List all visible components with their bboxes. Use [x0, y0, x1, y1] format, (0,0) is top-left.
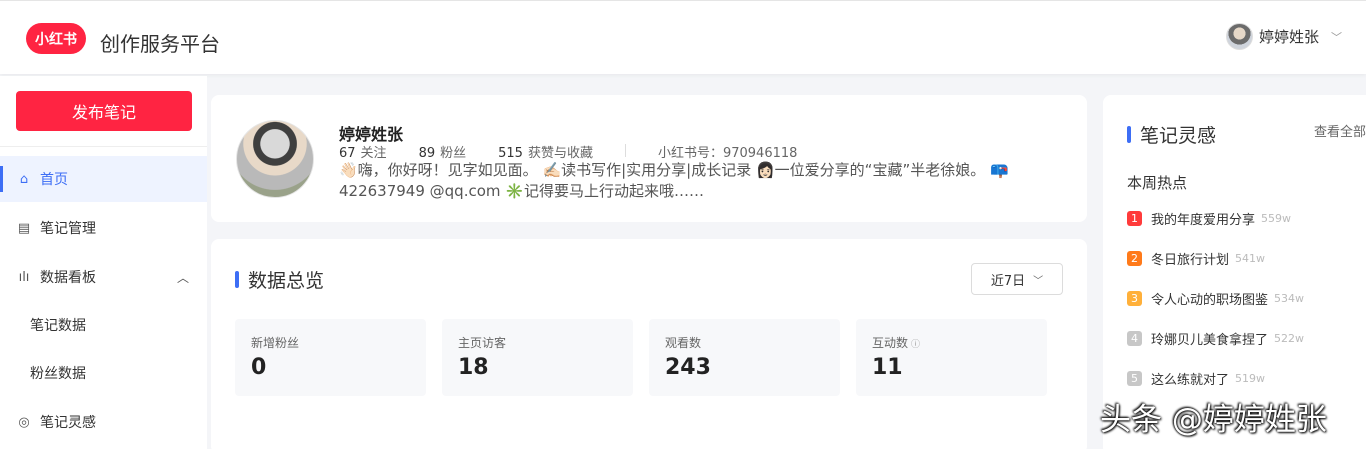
bar-chart-icon: ılı [18, 269, 30, 285]
hot-topic-title: 冬日旅行计划 [1151, 253, 1230, 268]
sidebar-item-data-board[interactable]: ılı 数据看板 ︿ [0, 254, 207, 300]
data-overview-title-text: 数据总览 [248, 270, 325, 292]
fans-label: 粉丝 [440, 146, 467, 161]
hot-topic-count: 522w [1274, 332, 1305, 345]
likes-label: 获赞与收藏 [527, 146, 593, 161]
following-label: 关注 [360, 146, 387, 161]
stat-label: 观看数 [665, 336, 702, 350]
sidebar-item-label: 首页 [40, 172, 68, 188]
sidebar-item-note-data[interactable]: 笔记数据 [0, 302, 207, 348]
stat-value: 0 [251, 355, 267, 380]
rank-badge: 5 [1127, 371, 1142, 386]
see-all-link[interactable]: 查看全部 [1314, 121, 1366, 140]
fans-count: 89 [418, 146, 436, 161]
rank-badge: 1 [1127, 211, 1142, 226]
sidebar-item-label: 粉丝数据 [30, 366, 86, 382]
inspiration-icon: ◎ [18, 414, 30, 430]
date-range-value: 近7日 [990, 273, 1026, 289]
profile-bio: 👋🏻嗨，你好呀！见字如见面。 ✍🏻读书写作|实用分享|成长记录 👩🏻一位爱分享的… [339, 161, 1009, 200]
sidebar: 发布笔记 ⌂ 首页 ▤ 笔记管理 ılı 数据看板 ︿ 笔记数据 粉丝数据 ◎ … [0, 76, 207, 449]
profile-avatar[interactable] [236, 120, 314, 198]
hot-topic-title: 玲娜贝儿美食拿捏了 [1151, 333, 1269, 348]
sidebar-item-fans-data[interactable]: 粉丝数据 [0, 350, 207, 396]
watermark-text: 头条 @婷婷姓张 [1100, 402, 1327, 438]
stat-label: 互动数 [872, 336, 909, 350]
hot-topic-item[interactable]: 2 冬日旅行计划 541w [1127, 249, 1366, 268]
profile-stats: 67 关注 89 粉丝 515 获赞与收藏 小红书号：970946118 [339, 142, 797, 161]
sidebar-divider [0, 146, 207, 147]
sidebar-item-label: 笔记管理 [40, 221, 96, 237]
weekly-hot-heading: 本周热点 [1127, 174, 1188, 192]
stat-interactions: 互动数 ⓘ 11 [856, 319, 1047, 396]
hot-topic-count: 519w [1235, 372, 1266, 385]
title-accent-bar [1127, 126, 1131, 143]
info-icon[interactable]: ⓘ [911, 340, 920, 350]
chevron-down-icon[interactable]: ﹀ [1331, 29, 1342, 45]
user-name[interactable]: 婷婷姓张 [1259, 26, 1319, 47]
note-icon: ▤ [17, 220, 31, 236]
hot-topic-count: 559w [1261, 212, 1292, 225]
stat-views: 观看数 243 [649, 319, 840, 396]
hot-topic-title: 这么练就对了 [1151, 373, 1230, 388]
inspiration-title-text: 笔记灵感 [1140, 125, 1217, 147]
data-overview-card: 数据总览 近7日 ﹀ 新增粉丝 0 主页访客 18 观看数 243 互动数 ⓘ 1… [211, 239, 1087, 449]
following-count: 67 [339, 146, 356, 161]
stat-value: 18 [458, 355, 489, 380]
stat-value: 11 [872, 355, 903, 380]
stat-value: 243 [665, 355, 711, 380]
title-accent-bar [235, 271, 239, 288]
sidebar-item-label: 笔记灵感 [40, 415, 96, 431]
user-menu[interactable]: 婷婷姓张 ﹀ [1225, 23, 1342, 50]
stat-new-fans: 新增粉丝 0 [235, 319, 426, 396]
stat-home-visitors: 主页访客 18 [442, 319, 633, 396]
inspiration-title: 笔记灵感 [1127, 121, 1216, 148]
rank-badge: 2 [1127, 251, 1142, 266]
top-header: 小红书 创作服务平台 婷婷姓张 ﹀ [0, 0, 1366, 74]
hot-topic-item[interactable]: 4 玲娜贝儿美食拿捏了 522w [1127, 329, 1366, 348]
hot-topic-title: 令人心动的职场图鉴 [1151, 293, 1269, 308]
sidebar-item-note-inspiration[interactable]: ◎ 笔记灵感 [0, 399, 207, 445]
hot-topic-item[interactable]: 5 这么练就对了 519w [1127, 369, 1366, 388]
date-range-select[interactable]: 近7日 ﹀ [971, 263, 1063, 295]
data-overview-title: 数据总览 [235, 266, 324, 293]
home-icon: ⌂ [19, 171, 29, 187]
hot-topic-count: 541w [1235, 252, 1266, 265]
chevron-up-icon[interactable]: ︿ [177, 269, 189, 286]
hot-topic-count: 534w [1274, 292, 1305, 305]
hot-topic-item[interactable]: 3 令人心动的职场图鉴 534w [1127, 289, 1366, 308]
stat-label: 新增粉丝 [251, 336, 300, 350]
rank-badge: 3 [1127, 291, 1142, 306]
stat-label: 主页访客 [458, 336, 507, 350]
rank-badge: 4 [1127, 331, 1142, 346]
hot-topic-title: 我的年度爱用分享 [1151, 213, 1256, 228]
sidebar-item-home[interactable]: ⌂ 首页 [0, 156, 207, 202]
publish-note-button[interactable]: 发布笔记 [16, 91, 192, 131]
red-id: 小红书号：970946118 [657, 146, 798, 161]
stats-divider [624, 144, 626, 157]
sidebar-item-label: 笔记数据 [30, 318, 86, 334]
likes-count: 515 [498, 146, 523, 161]
sidebar-item-label: 数据看板 [40, 270, 96, 286]
stat-label-row: 互动数 ⓘ [872, 334, 920, 351]
user-avatar[interactable] [1225, 23, 1253, 50]
sidebar-item-note-management[interactable]: ▤ 笔记管理 [0, 205, 207, 251]
app-title: 创作服务平台 [100, 32, 220, 56]
xiaohongshu-logo[interactable]: 小红书 [26, 23, 86, 54]
chevron-down-icon: ﹀ [1033, 275, 1044, 287]
hot-topic-item[interactable]: 1 我的年度爱用分享 559w [1127, 209, 1366, 228]
profile-card: 婷婷姓张 67 关注 89 粉丝 515 获赞与收藏 小红书号：97094611… [211, 95, 1087, 222]
